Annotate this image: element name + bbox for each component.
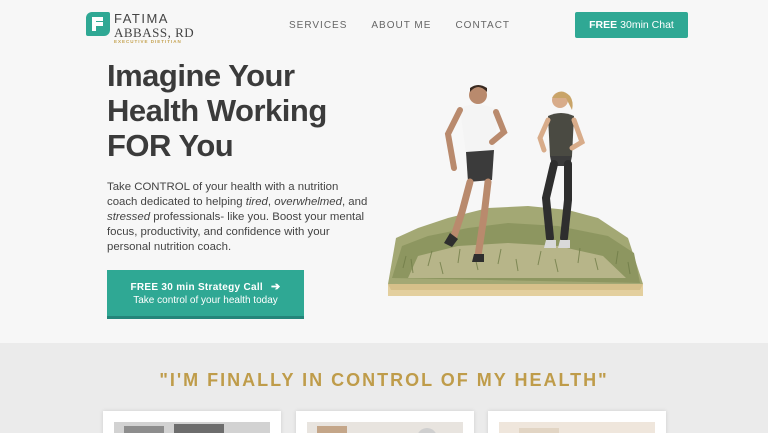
arrow-right-icon: ➔: [271, 281, 281, 293]
testimonial-headline: "I'M FINALLY IN CONTROL OF MY HEALTH": [159, 370, 609, 390]
main-nav: SERVICES ABOUT ME CONTACT: [289, 20, 534, 31]
strategy-call-main: FREE 30 min Strategy Call ➔: [107, 280, 304, 293]
hero-runners-image: [388, 85, 643, 296]
testimonial-photo: [307, 422, 463, 433]
brand-logo[interactable]: FATIMA ABBASS, RD EXECUTIVE DIETITIAN: [86, 12, 194, 45]
nav-contact[interactable]: CONTACT: [455, 20, 510, 31]
hero-description: Take CONTROL of your health with a nutri…: [107, 180, 369, 255]
testimonial-photo: [114, 422, 270, 433]
site-header: FATIMA ABBASS, RD EXECUTIVE DIETITIAN SE…: [0, 0, 768, 52]
nav-about-me[interactable]: ABOUT ME: [371, 20, 431, 31]
free-chat-button[interactable]: FREE 30min Chat: [575, 12, 688, 38]
nav-services[interactable]: SERVICES: [289, 20, 347, 31]
logo-name-last: ABBASS, RD: [114, 25, 195, 40]
hero-desc-emph-tired: tired: [245, 196, 268, 208]
free-chat-button-bold: FREE: [589, 19, 618, 31]
testimonial-card[interactable]: [296, 411, 474, 433]
hero-desc-emph-stressed: stressed: [107, 211, 151, 223]
logo-f-icon: [86, 12, 110, 36]
strategy-call-button[interactable]: FREE 30 min Strategy Call ➔ Take control …: [107, 270, 304, 319]
logo-name-first: FATIMA: [114, 11, 169, 26]
logo-text: FATIMA ABBASS, RD EXECUTIVE DIETITIAN: [114, 12, 194, 45]
hero-title-line-3: FOR You: [107, 128, 234, 163]
free-chat-button-label: 30min Chat: [620, 19, 674, 31]
hero-title: Imagine Your Health Working FOR You: [107, 58, 407, 163]
hero-desc-emph-overwhelmed: overwhelmed: [274, 196, 342, 208]
hero-desc-text: , and: [341, 196, 368, 208]
hero-title-line-1: Imagine Your: [107, 58, 295, 93]
strategy-call-sub: Take control of your health today: [133, 295, 278, 306]
testimonial-photo: [499, 422, 655, 433]
hero-title-line-2: Health Working: [107, 93, 327, 128]
testimonial-card[interactable]: [488, 411, 666, 433]
testimonial-card[interactable]: [103, 411, 281, 433]
strategy-call-label: FREE 30 min Strategy Call: [130, 282, 263, 293]
logo-tagline: EXECUTIVE DIETITIAN: [114, 39, 182, 44]
